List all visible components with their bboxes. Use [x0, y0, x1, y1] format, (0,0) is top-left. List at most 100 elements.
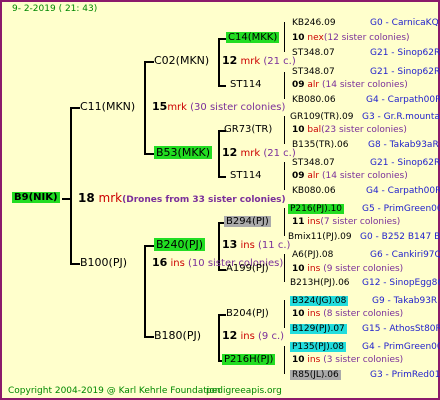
gen3-node[interactable]: P216H(PJ) — [222, 354, 276, 366]
gen4-ref: G3 - PrimRed01 — [370, 370, 440, 380]
gen4-node[interactable]: R85(JL).06 — [290, 369, 341, 381]
gen4-ref: G5 - PrimGreen00 — [362, 204, 440, 214]
gen1-node[interactable]: B100(PJ) — [80, 257, 127, 269]
gen2-summary: 12 mrk (21 c.) — [222, 55, 296, 68]
gen4-ref: G4 - Carpath00R — [366, 186, 440, 196]
gen4-name: P216(PJ).10 — [288, 204, 345, 214]
gen4-ref: G0 - B252 B147 B — [360, 232, 440, 242]
gen1-code: mrk — [167, 102, 187, 113]
connector — [284, 72, 285, 99]
gen3-summary: 11 ins(7 sister colonies) — [292, 216, 400, 228]
gen4-node[interactable]: B324(JG).08 — [290, 295, 349, 307]
connector — [218, 176, 226, 178]
gen4-node[interactable]: KB080.06 — [292, 94, 336, 106]
gen3-code: ins — [307, 217, 321, 227]
gen2-num: 12 — [222, 329, 238, 342]
gen4-node[interactable]: KB246.09 — [292, 17, 336, 29]
gen2-note: (21 c.) — [263, 148, 296, 159]
gen3-node[interactable]: A199(PJ) — [226, 263, 269, 275]
connector — [70, 107, 80, 109]
gen3-name: C14(MKK) — [226, 32, 280, 43]
gen1-code: ins — [170, 258, 185, 269]
gen1-num: 15 — [152, 100, 168, 113]
connector — [284, 254, 285, 282]
gen2-note: (21 c.) — [263, 56, 296, 67]
gen3-code: ins — [307, 355, 321, 365]
gen2-code: ins — [240, 331, 255, 342]
gen2-note: (11 c.) — [258, 240, 291, 251]
gen2-node[interactable]: B240(PJ) — [154, 238, 206, 251]
gen4-name: B129(PJ).07 — [290, 324, 347, 334]
gen2-name: B53(MKK) — [154, 146, 213, 159]
gen4-node[interactable]: B129(PJ).07 — [290, 323, 347, 335]
gen4-node[interactable]: GR109(TR).09 — [290, 111, 354, 123]
gen4-node[interactable]: Bmix11(PJ).09 — [288, 231, 352, 243]
gen4-ref: G6 - Cankiri97Q — [370, 250, 440, 260]
gen4-node[interactable]: ST348.07 — [292, 47, 335, 59]
gen3-name: P216H(PJ) — [222, 354, 276, 365]
gen3-note: (12 sister colonies) — [323, 33, 410, 43]
gen2-name: B240(PJ) — [154, 238, 206, 251]
gen3-num: 09 — [292, 80, 305, 90]
connector — [144, 61, 146, 154]
gen3-node[interactable]: ST114 — [230, 170, 262, 182]
gen3-node[interactable]: B294(PJ) — [224, 216, 271, 228]
root-num: 18 — [78, 191, 95, 205]
gen4-node[interactable]: B135(TR).06 — [292, 139, 348, 151]
connector — [218, 85, 226, 87]
connector — [218, 130, 220, 177]
root-note: (Drones from 33 sister colonies) — [122, 195, 286, 205]
gen2-summary: 12 mrk (21 c.) — [222, 147, 296, 160]
gen3-code: ins — [307, 309, 321, 319]
gen3-note: (23 sister colonies) — [321, 125, 407, 135]
gen2-node[interactable]: C02(MKN) — [154, 55, 209, 67]
gen4-node[interactable]: KB080.06 — [292, 185, 336, 197]
gen4-node[interactable]: P216(PJ).10 — [288, 203, 345, 215]
connector — [218, 38, 226, 40]
connector — [70, 263, 80, 265]
copyright: Copyright 2004-2019 @ Karl Kehrle Founda… — [8, 386, 221, 396]
gen2-node[interactable]: B53(MKK) — [154, 146, 213, 159]
connector — [144, 336, 154, 338]
gen4-node[interactable]: ST348.07 — [292, 157, 335, 169]
connector — [144, 245, 154, 247]
gen3-node[interactable]: B204(PJ) — [226, 308, 269, 320]
gen3-num: 10 — [292, 309, 305, 319]
gen3-node[interactable]: ST114 — [230, 79, 262, 91]
gen4-node[interactable]: ST348.07 — [292, 66, 335, 78]
gen3-note: (14 sister colonies) — [322, 80, 408, 90]
gen3-node[interactable]: GR73(TR) — [224, 124, 272, 136]
gen3-name: B294(PJ) — [224, 216, 271, 227]
gen3-note: (14 sister colonies) — [322, 171, 408, 181]
connector — [70, 107, 72, 264]
gen2-num: 12 — [222, 54, 238, 67]
gen2-note: (9 c.) — [258, 331, 285, 342]
connector — [284, 162, 285, 190]
root-name: B9(NIK) — [12, 192, 60, 203]
gen2-num: 13 — [222, 238, 238, 251]
gen4-node[interactable]: A6(PJ).08 — [292, 249, 333, 261]
gen4-ref: G3 - Gr.R.mounta — [362, 112, 440, 122]
connector — [218, 314, 220, 361]
connector — [218, 38, 220, 86]
site-link[interactable]: pedigreeapis.org — [206, 385, 282, 397]
gen4-node[interactable]: P135(PJ).08 — [290, 341, 347, 353]
connector — [284, 116, 285, 144]
gen1-num: 16 — [152, 256, 168, 269]
gen2-code: mrk — [240, 148, 261, 159]
gen4-node[interactable]: B213H(PJ).06 — [290, 277, 350, 289]
connector — [144, 153, 154, 155]
gen4-ref: G4 - Carpath00R — [366, 95, 440, 105]
gen4-ref: G21 - Sinop62R — [370, 158, 440, 168]
connector — [284, 22, 285, 52]
gen3-num: 10 — [292, 33, 305, 43]
root-code: mrk — [98, 191, 123, 205]
gen3-summary: 10 ins (9 sister colonies) — [292, 263, 403, 275]
gen2-code: ins — [240, 240, 255, 251]
gen2-summary: 12 ins (9 c.) — [222, 330, 284, 343]
gen3-node[interactable]: C14(MKK) — [226, 32, 280, 44]
gen2-node[interactable]: B180(PJ) — [154, 330, 201, 342]
gen2-num: 12 — [222, 146, 238, 159]
gen1-node[interactable]: C11(MKN) — [80, 101, 135, 113]
root-node[interactable]: B9(NIK) — [12, 192, 60, 204]
